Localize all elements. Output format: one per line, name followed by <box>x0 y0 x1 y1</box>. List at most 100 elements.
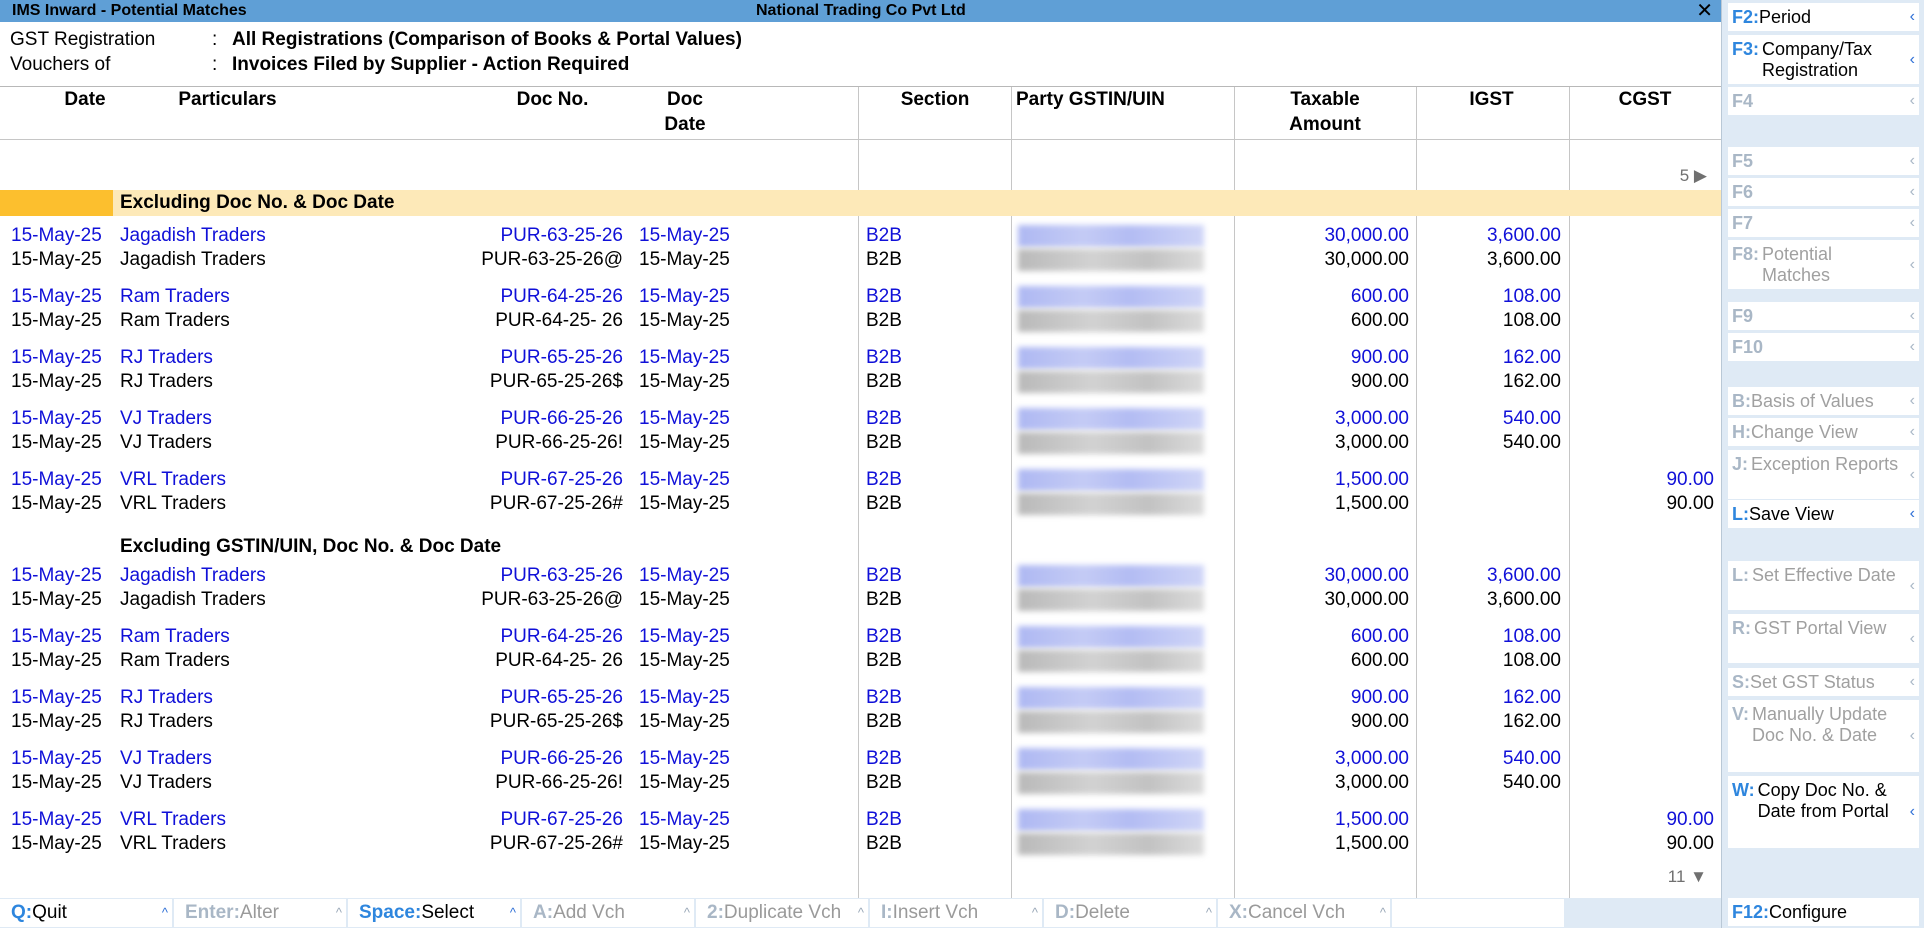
portal-voucher-row[interactable]: 15-May-25 VJ Traders PUR-66-25-26 15-May-25… <box>0 407 1721 431</box>
cell-taxable-amount: 1,500.00 <box>1335 469 1409 490</box>
redacted-gstin-blur <box>1018 432 1204 454</box>
sidebar-button-f8-potential-matches[interactable]: F8: Potential Matches ‹ <box>1728 240 1919 289</box>
portal-voucher-row[interactable]: 15-May-25 Jagadish Traders PUR-63-25-26 15-… <box>0 224 1721 248</box>
books-voucher-row[interactable]: 15-May-25 Ram Traders PUR-64-25- 26 15-May-… <box>0 649 1721 673</box>
button-label: Quit <box>32 902 67 923</box>
shortcut-key: H: <box>1732 422 1751 442</box>
button-label: Set Effective Date <box>1752 565 1896 585</box>
redacted-gstin-blur <box>1018 748 1204 770</box>
redacted-gstin-blur <box>1018 650 1204 672</box>
colon: : <box>212 54 218 75</box>
sidebar-button-f4[interactable]: F4 ‹ <box>1728 87 1919 115</box>
bottom-button-blank[interactable] <box>1392 899 1565 927</box>
cell-particulars: Ram Traders <box>120 310 230 331</box>
cell-igst: 108.00 <box>1502 310 1561 331</box>
cell-particulars: Jagadish Traders <box>120 225 266 246</box>
cell-igst: 540.00 <box>1502 748 1561 769</box>
portal-voucher-row[interactable]: 15-May-25 VJ Traders PUR-66-25-26 15-May-25… <box>0 747 1721 771</box>
cell-doc-date: 15-May-25 <box>639 589 730 610</box>
cell-section: B2B <box>866 371 902 392</box>
portal-voucher-row[interactable]: 15-May-25 Jagadish Traders PUR-63-25-26 15-… <box>0 564 1721 588</box>
column-page-indicator[interactable]: 5 ▶ <box>1680 166 1707 186</box>
sidebar-button-r-gst-portal-view[interactable]: R: GST Portal View ‹ <box>1728 614 1919 663</box>
portal-voucher-row[interactable]: 15-May-25 Ram Traders PUR-64-25-26 15-May-2… <box>0 285 1721 309</box>
col-header-doc-date: Doc Date <box>664 89 706 135</box>
sidebar-button-f2-period[interactable]: F2:Period ‹ <box>1728 3 1919 31</box>
sidebar-button-j-exception-reports[interactable]: J: Exception Reports ‹ <box>1728 450 1919 499</box>
cell-particulars: Ram Traders <box>120 286 230 307</box>
shortcut-key: A: <box>533 902 554 923</box>
redacted-gstin-blur <box>1018 225 1204 247</box>
bottom-button-alter[interactable]: Enter:Alter ^ <box>174 899 347 927</box>
section-title[interactable]: Excluding GSTIN/UIN, Doc No. & Doc Date <box>120 534 501 560</box>
portal-voucher-row[interactable]: 15-May-25 VRL Traders PUR-67-25-26 15-May-2… <box>0 468 1721 492</box>
sidebar-button-b-basis-of-values[interactable]: B:Basis of Values ‹ <box>1728 387 1919 415</box>
sidebar-button-f9[interactable]: F9 ‹ <box>1728 302 1919 330</box>
portal-voucher-row[interactable]: 15-May-25 RJ Traders PUR-65-25-26 15-May-25… <box>0 686 1721 710</box>
sidebar-button-s-set-gst-status[interactable]: S:Set GST Status ‹ <box>1728 668 1919 696</box>
chevron-left-icon: ‹ <box>1909 803 1915 820</box>
cell-doc-date: 15-May-25 <box>639 408 730 429</box>
cell-date: 15-May-25 <box>11 772 102 793</box>
sidebar-button-l-set-effective-date[interactable]: L: Set Effective Date ‹ <box>1728 561 1919 610</box>
button-label: Cancel Vch <box>1248 902 1346 923</box>
button-label: Alter <box>239 902 279 923</box>
cell-doc-no: PUR-64-25- 26 <box>495 650 623 671</box>
books-voucher-row[interactable]: 15-May-25 RJ Traders PUR-65-25-26$ 15-May-2… <box>0 370 1721 394</box>
sidebar-button-f7[interactable]: F7 ‹ <box>1728 209 1919 237</box>
redacted-gstin-blur <box>1018 493 1204 515</box>
button-label: Save View <box>1749 504 1834 524</box>
close-icon[interactable]: ✕ <box>1696 0 1713 22</box>
cell-particulars: RJ Traders <box>120 687 213 708</box>
bottom-button-select[interactable]: Space:Select ^ <box>348 899 521 927</box>
books-voucher-row[interactable]: 15-May-25 RJ Traders PUR-65-25-26$ 15-May-2… <box>0 710 1721 734</box>
row-page-indicator[interactable]: 11 ▼ <box>1668 867 1707 887</box>
portal-voucher-row[interactable]: 15-May-25 VRL Traders PUR-67-25-26 15-May-2… <box>0 808 1721 832</box>
bottom-button-quit[interactable]: Q:Quit ^ <box>0 899 173 927</box>
portal-voucher-row[interactable]: 15-May-25 RJ Traders PUR-65-25-26 15-May-25… <box>0 346 1721 370</box>
cell-doc-no: PUR-67-25-26# <box>489 833 623 854</box>
cell-igst: 3,600.00 <box>1487 225 1561 246</box>
bottom-button-insert-vch[interactable]: I:Insert Vch ^ <box>870 899 1043 927</box>
col-header-igst: IGST <box>1469 89 1514 110</box>
books-voucher-row[interactable]: 15-May-25 VJ Traders PUR-66-25-26! 15-May-2… <box>0 431 1721 455</box>
books-voucher-row[interactable]: 15-May-25 Jagadish Traders PUR-63-25-26@ 15… <box>0 248 1721 272</box>
sidebar-button-f5[interactable]: F5 ‹ <box>1728 147 1919 175</box>
books-voucher-row[interactable]: 15-May-25 VRL Traders PUR-67-25-26# 15-May-… <box>0 492 1721 516</box>
redacted-gstin-blur <box>1018 565 1204 587</box>
chevron-left-icon: ‹ <box>1909 307 1915 324</box>
books-voucher-row[interactable]: 15-May-25 Ram Traders PUR-64-25- 26 15-May-… <box>0 309 1721 333</box>
bottom-button-add-vch[interactable]: A:Add Vch ^ <box>522 899 695 927</box>
col-header-doc-no: Doc No. <box>516 89 589 110</box>
sidebar-button-f10[interactable]: F10 ‹ <box>1728 333 1919 361</box>
button-label: Manually Update Doc No. & Date <box>1752 704 1888 745</box>
cell-particulars: VJ Traders <box>120 748 212 769</box>
bottom-button-cancel-vch[interactable]: X:Cancel Vch ^ <box>1218 899 1391 927</box>
chevron-left-icon: ‹ <box>1909 673 1915 690</box>
section-title[interactable]: Excluding Doc No. & Doc Date <box>120 190 394 216</box>
cell-doc-date: 15-May-25 <box>639 772 730 793</box>
sidebar-button-f12-configure[interactable]: F12:Configure <box>1728 898 1919 926</box>
sidebar-button-f3-company-tax-registration[interactable]: F3: Company/Tax Registration ‹ <box>1728 35 1919 84</box>
cell-particulars: Jagadish Traders <box>120 249 266 270</box>
books-voucher-row[interactable]: 15-May-25 Jagadish Traders PUR-63-25-26@ 15… <box>0 588 1721 612</box>
bottom-button-duplicate-vch[interactable]: 2:Duplicate Vch ^ <box>696 899 869 927</box>
cell-section: B2B <box>866 748 902 769</box>
sidebar-button-v-manually-update-doc-no-date[interactable]: V: Manually Update Doc No. & Date ‹ <box>1728 700 1919 772</box>
cell-party-gstin-redacted <box>1018 588 1204 612</box>
sidebar-button-f6[interactable]: F6 ‹ <box>1728 178 1919 206</box>
cell-doc-no: PUR-65-25-26 <box>500 687 624 708</box>
shortcut-key: V: <box>1732 704 1750 724</box>
cell-doc-no: PUR-67-25-26# <box>489 493 623 514</box>
books-voucher-row[interactable]: 15-May-25 VRL Traders PUR-67-25-26# 15-May-… <box>0 832 1721 856</box>
bottom-button-delete[interactable]: D:Delete ^ <box>1044 899 1217 927</box>
books-voucher-row[interactable]: 15-May-25 VJ Traders PUR-66-25-26! 15-May-2… <box>0 771 1721 795</box>
sidebar-button-w-copy-doc-no-date-from-portal[interactable]: W: Copy Doc No. & Date from Portal ‹ <box>1728 776 1919 848</box>
sidebar-button-l-save-view[interactable]: L:Save View ‹ <box>1728 500 1919 528</box>
button-label: Basis of Values <box>1751 391 1874 411</box>
cell-doc-no: PUR-63-25-26@ <box>481 589 623 610</box>
portal-voucher-row[interactable]: 15-May-25 Ram Traders PUR-64-25-26 15-May-2… <box>0 625 1721 649</box>
col-header-particulars: Particulars <box>178 89 277 110</box>
sidebar-button-h-change-view[interactable]: H:Change View ‹ <box>1728 418 1919 446</box>
button-label: Change View <box>1751 422 1858 442</box>
